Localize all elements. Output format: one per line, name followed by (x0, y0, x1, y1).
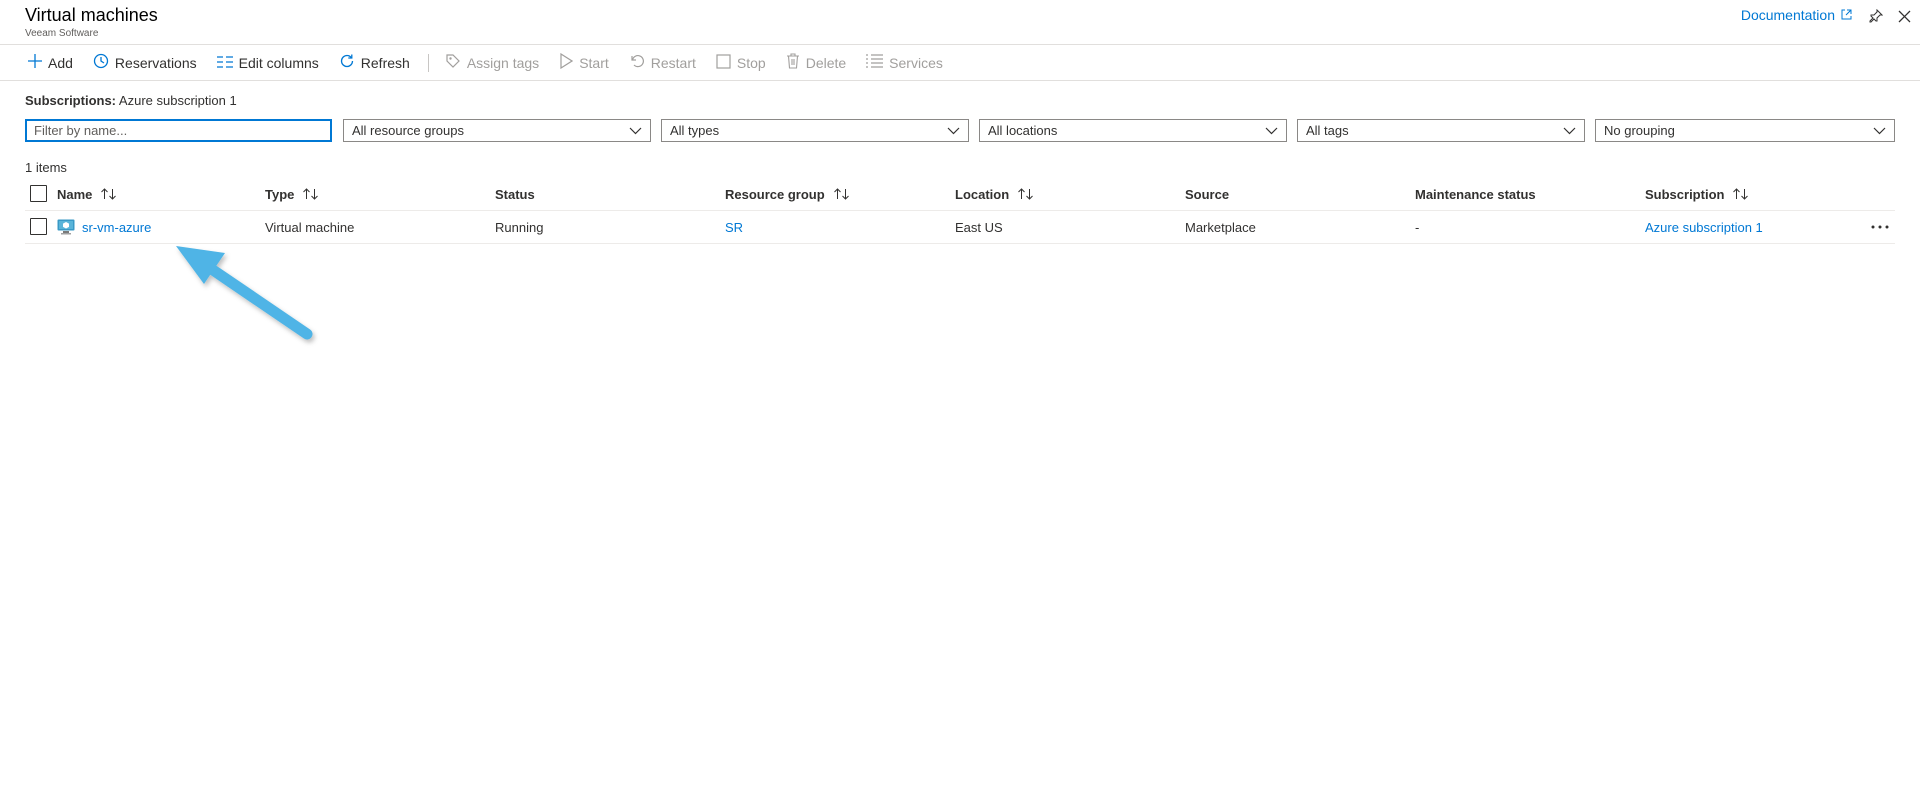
stop-icon (716, 53, 731, 72)
refresh-label: Refresh (360, 54, 410, 71)
tags-dropdown[interactable]: All tags (1297, 119, 1585, 142)
add-button[interactable]: Add (22, 49, 79, 77)
row-type-cell: Virtual machine (265, 219, 355, 235)
column-status-label: Status (495, 186, 535, 202)
types-dropdown[interactable]: All types (661, 119, 969, 142)
select-all-checkbox[interactable] (30, 185, 47, 202)
column-location-label: Location (955, 186, 1010, 202)
column-resource-group-label: Resource group (725, 186, 825, 202)
trash-icon (786, 53, 800, 72)
table-row[interactable]: sr-vm-azure Virtual machine Running SR E… (25, 211, 1895, 244)
virtual-machines-blade: Virtual machines Veeam Software Document… (0, 0, 1920, 800)
locations-dropdown[interactable]: All locations (979, 119, 1287, 142)
pin-icon[interactable] (1866, 6, 1886, 26)
types-value: All types (670, 123, 720, 138)
restart-icon (629, 53, 645, 72)
tags-value: All tags (1306, 123, 1349, 138)
column-subscription-label: Subscription (1645, 186, 1725, 202)
column-header-name[interactable]: Name (57, 178, 117, 210)
vm-name-link[interactable]: sr-vm-azure (82, 220, 151, 235)
sort-icon (100, 188, 117, 200)
row-maintenance-status-cell: - (1415, 219, 1420, 235)
column-header-subscription[interactable]: Subscription (1645, 178, 1749, 210)
column-header-status[interactable]: Status (495, 178, 535, 210)
subscriptions-value: Azure subscription 1 (118, 93, 237, 108)
row-source-cell: Marketplace (1185, 219, 1256, 235)
plus-icon (28, 54, 42, 71)
chevron-down-icon (947, 123, 960, 138)
chevron-down-icon (1873, 123, 1886, 138)
virtual-machine-icon (57, 219, 75, 235)
delete-label: Delete (805, 54, 847, 71)
resource-groups-dropdown[interactable]: All resource groups (343, 119, 651, 142)
restart-button[interactable]: Restart (623, 49, 702, 77)
chevron-down-icon (629, 123, 642, 138)
row-select-checkbox[interactable] (30, 218, 47, 235)
row-location-cell: East US (955, 219, 1003, 235)
filter-by-name-input[interactable] (25, 119, 332, 142)
toolbar-divider (427, 53, 429, 72)
chevron-down-icon (1265, 123, 1278, 138)
grouping-value: No grouping (1604, 123, 1675, 138)
more-options-icon[interactable] (1869, 217, 1891, 237)
column-header-maintenance-status[interactable]: Maintenance status (1415, 178, 1536, 210)
column-type-label: Type (265, 186, 295, 202)
column-header-source[interactable]: Source (1185, 178, 1229, 210)
item-count: 1 items (25, 160, 67, 175)
row-name-cell: sr-vm-azure (57, 211, 151, 243)
page-subtitle: Veeam Software (25, 28, 99, 39)
start-label: Start (579, 54, 609, 71)
row-resource-group-cell: SR (725, 211, 743, 243)
blade-header: Virtual machines Veeam Software Document… (0, 0, 1920, 45)
page-title: Virtual machines (25, 5, 158, 25)
add-label: Add (48, 54, 73, 71)
external-link-icon (1841, 7, 1852, 23)
chevron-down-icon (1563, 123, 1576, 138)
sort-icon (302, 188, 319, 200)
row-status-cell: Running (495, 219, 544, 235)
row-subscription-cell: Azure subscription 1 (1645, 211, 1763, 243)
column-source-label: Source (1185, 186, 1230, 202)
reservations-label: Reservations (114, 54, 197, 71)
columns-icon (216, 55, 233, 71)
assign-tags-label: Assign tags (466, 54, 540, 71)
command-bar: Add Reservations Edit columns Refresh As… (0, 45, 1920, 81)
resource-groups-value: All resource groups (352, 123, 464, 138)
column-header-location[interactable]: Location (955, 178, 1034, 210)
reservations-button[interactable]: Reservations (87, 49, 203, 77)
assign-tags-button[interactable]: Assign tags (439, 49, 545, 77)
refresh-icon (339, 53, 355, 72)
start-button[interactable]: Start (553, 49, 615, 77)
documentation-label: Documentation (1740, 7, 1835, 23)
clock-icon (93, 53, 109, 72)
tag-icon (445, 53, 461, 72)
delete-button[interactable]: Delete (780, 49, 852, 77)
sort-icon (1017, 188, 1034, 200)
subscription-filter-summary: Subscriptions: Azure subscription 1 (25, 93, 237, 108)
grouping-dropdown[interactable]: No grouping (1595, 119, 1895, 142)
subscriptions-label: Subscriptions: (25, 93, 117, 108)
grid-header: Name Type Status Resource group Location… (25, 178, 1895, 211)
resource-group-link[interactable]: SR (725, 220, 743, 235)
column-header-resource-group[interactable]: Resource group (725, 178, 850, 210)
locations-value: All locations (988, 123, 1058, 138)
documentation-link[interactable]: Documentation (1741, 7, 1852, 23)
subscription-link[interactable]: Azure subscription 1 (1645, 220, 1763, 235)
edit-columns-button[interactable]: Edit columns (211, 49, 325, 77)
column-header-type[interactable]: Type (265, 178, 319, 210)
services-button[interactable]: Services (860, 49, 949, 77)
play-icon (559, 52, 574, 72)
list-icon (866, 54, 884, 71)
sort-icon (833, 188, 850, 200)
stop-label: Stop (736, 54, 766, 71)
restart-label: Restart (650, 54, 696, 71)
edit-columns-label: Edit columns (238, 54, 319, 71)
refresh-button[interactable]: Refresh (333, 49, 416, 77)
sort-icon (1732, 188, 1749, 200)
column-name-label: Name (57, 186, 93, 202)
column-maintenance-status-label: Maintenance status (1415, 186, 1536, 202)
services-label: Services (889, 54, 943, 71)
close-icon[interactable] (1894, 6, 1914, 26)
stop-button[interactable]: Stop (710, 49, 772, 77)
